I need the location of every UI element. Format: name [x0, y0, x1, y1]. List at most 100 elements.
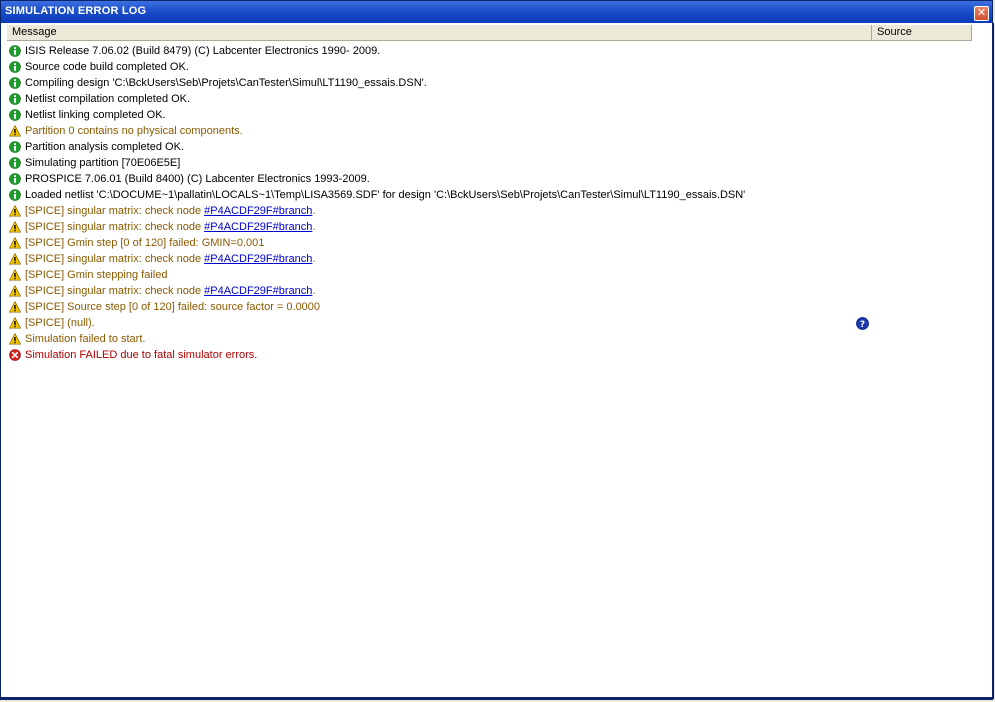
log-message: [SPICE] Gmin stepping failed — [25, 267, 167, 283]
log-message-text: Compiling design 'C:\BckUsers\Seb\Projet… — [25, 77, 427, 89]
message-list[interactable]: ISIS Release 7.06.02 (Build 8479) (C) La… — [7, 43, 990, 695]
log-message-text: Simulation failed to start. — [25, 333, 146, 345]
log-message-text: Simulating partition [70E06E5E] — [25, 157, 181, 169]
log-message: Simulating partition [70E06E5E] — [25, 155, 180, 171]
log-row[interactable]: PROSPICE 7.06.01 (Build 8400) (C) Labcen… — [7, 171, 907, 187]
log-message: [SPICE] (null). — [25, 315, 95, 331]
warning-icon — [9, 269, 21, 281]
log-message-text: [SPICE] Gmin step [0 of 120] failed: GMI… — [25, 237, 265, 249]
node-link[interactable]: #P4ACDF29F#branch — [204, 221, 312, 233]
log-row[interactable]: [SPICE] Gmin step [0 of 120] failed: GMI… — [7, 235, 907, 251]
warning-icon — [9, 221, 21, 233]
log-message-text: [SPICE] Source step [0 of 120] failed: s… — [25, 301, 321, 313]
log-message-suffix: . — [312, 253, 316, 265]
column-header-source[interactable]: Source — [872, 25, 972, 40]
log-message: [SPICE] singular matrix: check node #P4A… — [25, 203, 315, 219]
log-row[interactable]: [SPICE] Gmin stepping failed — [7, 267, 907, 283]
node-link[interactable]: #P4ACDF29F#branch — [204, 205, 312, 217]
log-message-text: [SPICE] singular matrix: check node — [25, 253, 205, 265]
warning-icon — [9, 333, 21, 345]
log-message-suffix: . — [312, 205, 316, 217]
info-icon — [9, 157, 21, 169]
log-message: Netlist linking completed OK. — [25, 107, 166, 123]
log-message-text: Source code build completed OK. — [25, 61, 189, 73]
log-row[interactable]: Loaded netlist 'C:\DOCUME~1\pallatin\LOC… — [7, 187, 907, 203]
log-message: Compiling design 'C:\BckUsers\Seb\Projet… — [25, 75, 427, 91]
column-header-row: Message Source — [7, 25, 972, 41]
log-row[interactable]: [SPICE] singular matrix: check node #P4A… — [7, 283, 907, 299]
log-message-text: Simulation FAILED due to fatal simulator… — [25, 349, 258, 361]
simulation-error-log-window: SIMULATION ERROR LOG ✕ Message Source IS… — [0, 0, 994, 700]
log-message: Netlist compilation completed OK. — [25, 91, 190, 107]
log-message: Partition 0 contains no physical compone… — [25, 123, 243, 139]
log-message-text: Partition 0 contains no physical compone… — [25, 125, 243, 137]
title-bar[interactable]: SIMULATION ERROR LOG ✕ — [1, 1, 992, 23]
log-message: [SPICE] singular matrix: check node #P4A… — [25, 251, 315, 267]
svg-text:?: ? — [860, 320, 865, 330]
warning-icon — [9, 125, 21, 137]
log-message-text: [SPICE] singular matrix: check node — [25, 221, 205, 233]
error-icon — [9, 349, 21, 361]
log-message-text: [SPICE] (null). — [25, 317, 95, 329]
log-message: Simulation failed to start. — [25, 331, 145, 347]
log-row[interactable]: Netlist linking completed OK. — [7, 107, 907, 123]
warning-icon — [9, 253, 21, 265]
log-row[interactable]: Simulating partition [70E06E5E] — [7, 155, 907, 171]
log-message: ISIS Release 7.06.02 (Build 8479) (C) La… — [25, 43, 380, 59]
info-icon — [9, 109, 21, 121]
log-row[interactable]: [SPICE] Source step [0 of 120] failed: s… — [7, 299, 907, 315]
close-button[interactable]: ✕ — [974, 6, 989, 21]
log-row[interactable]: [SPICE] singular matrix: check node #P4A… — [7, 203, 907, 219]
log-message-suffix: . — [312, 285, 316, 297]
log-message-text: Partition analysis completed OK. — [25, 141, 184, 153]
info-icon — [9, 45, 21, 57]
log-row[interactable]: ISIS Release 7.06.02 (Build 8479) (C) La… — [7, 43, 907, 59]
log-message: Simulation FAILED due to fatal simulator… — [25, 347, 257, 363]
warning-icon — [9, 205, 21, 217]
log-message-text: ISIS Release 7.06.02 (Build 8479) (C) La… — [25, 45, 381, 57]
log-message-text: Netlist linking completed OK. — [25, 109, 166, 121]
node-link[interactable]: #P4ACDF29F#branch — [204, 253, 312, 265]
log-row[interactable]: [SPICE] singular matrix: check node #P4A… — [7, 251, 907, 267]
warning-icon — [9, 317, 21, 329]
window-title: SIMULATION ERROR LOG — [5, 5, 147, 17]
info-icon — [9, 173, 21, 185]
log-row[interactable]: Partition 0 contains no physical compone… — [7, 123, 907, 139]
log-row[interactable]: Compiling design 'C:\BckUsers\Seb\Projet… — [7, 75, 907, 91]
log-message-text: PROSPICE 7.06.01 (Build 8400) (C) Labcen… — [25, 173, 370, 185]
log-row[interactable]: [SPICE] (null). — [7, 315, 907, 331]
log-row[interactable]: Partition analysis completed OK. — [7, 139, 907, 155]
log-message: [SPICE] singular matrix: check node #P4A… — [25, 283, 315, 299]
log-message: [SPICE] singular matrix: check node #P4A… — [25, 219, 315, 235]
info-icon — [9, 189, 21, 201]
column-header-message[interactable]: Message — [7, 25, 872, 40]
info-icon — [9, 141, 21, 153]
log-row[interactable]: Source code build completed OK. — [7, 59, 907, 75]
warning-icon — [9, 301, 21, 313]
node-link[interactable]: #P4ACDF29F#branch — [204, 285, 312, 297]
window-border-bottom — [1, 697, 992, 699]
log-message-suffix: . — [312, 221, 316, 233]
log-message: PROSPICE 7.06.01 (Build 8400) (C) Labcen… — [25, 171, 370, 187]
log-row[interactable]: Simulation FAILED due to fatal simulator… — [7, 347, 907, 363]
info-icon — [9, 93, 21, 105]
log-row[interactable]: Simulation failed to start. — [7, 331, 907, 347]
log-message: Source code build completed OK. — [25, 59, 189, 75]
log-message-text: Netlist compilation completed OK. — [25, 93, 191, 105]
log-message-text: [SPICE] singular matrix: check node — [25, 205, 205, 217]
log-message: [SPICE] Gmin step [0 of 120] failed: GMI… — [25, 235, 264, 251]
log-message-text: [SPICE] singular matrix: check node — [25, 285, 205, 297]
help-icon[interactable]: ? — [856, 317, 869, 330]
window-border-right — [992, 23, 994, 699]
log-message: [SPICE] Source step [0 of 120] failed: s… — [25, 299, 320, 315]
log-message: Partition analysis completed OK. — [25, 139, 184, 155]
warning-icon — [9, 285, 21, 297]
info-icon — [9, 77, 21, 89]
log-message-text: [SPICE] Gmin stepping failed — [25, 269, 168, 281]
log-row[interactable]: [SPICE] singular matrix: check node #P4A… — [7, 219, 907, 235]
log-message: Loaded netlist 'C:\DOCUME~1\pallatin\LOC… — [25, 187, 745, 203]
log-row[interactable]: Netlist compilation completed OK. — [7, 91, 907, 107]
info-icon — [9, 61, 21, 73]
warning-icon — [9, 237, 21, 249]
log-message-text: Loaded netlist 'C:\DOCUME~1\pallatin\LOC… — [25, 189, 746, 201]
